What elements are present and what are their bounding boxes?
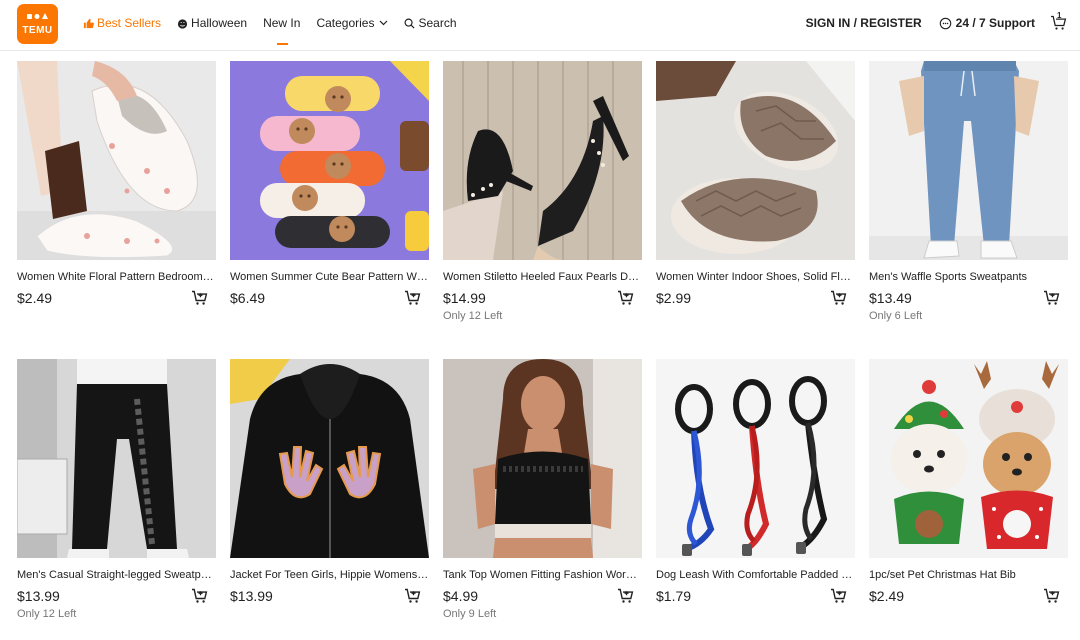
product-card[interactable]: Women Winter Indoor Shoes, Solid Fluffy … xyxy=(656,61,855,321)
product-title[interactable]: 1pc/set Pet Christmas Hat Bib xyxy=(869,568,1068,582)
pumpkin-icon xyxy=(177,18,188,29)
product-title[interactable]: Women Winter Indoor Shoes, Solid Fluffy … xyxy=(656,270,855,284)
product-stock: Only 12 Left xyxy=(443,310,503,322)
nav-new-in[interactable]: New In xyxy=(263,16,301,45)
product-image-dog-leashes[interactable] xyxy=(656,359,855,558)
product-stock: Only 6 Left xyxy=(869,310,923,322)
product-price: $13.49 xyxy=(869,290,912,306)
add-to-cart-icon[interactable] xyxy=(404,588,421,604)
temu-logo[interactable]: TEMU xyxy=(17,4,58,44)
nav-new-in-label: New In xyxy=(263,16,301,30)
chat-bubble-icon xyxy=(939,17,952,30)
add-to-cart-icon[interactable] xyxy=(404,290,421,306)
product-image-track-pants[interactable] xyxy=(17,359,216,558)
add-to-cart-icon[interactable] xyxy=(191,588,208,604)
product-image-fluffy-slippers[interactable] xyxy=(656,61,855,260)
product-price: $13.99 xyxy=(230,588,273,604)
product-card[interactable]: 1pc/set Pet Christmas Hat Bib $2.49 xyxy=(869,359,1068,619)
product-price: $1.79 xyxy=(656,588,692,604)
product-price: $6.49 xyxy=(230,290,266,306)
product-stock: Only 9 Left xyxy=(443,608,497,620)
product-price: $2.49 xyxy=(869,588,905,604)
top-header: TEMU Best Sellers Halloween New In Categ… xyxy=(0,0,1080,51)
product-card[interactable]: Women Summer Cute Bear Pattern Wide Slid… xyxy=(230,61,429,321)
cart-button[interactable]: 1 xyxy=(1050,11,1067,31)
product-image-stiletto-heels[interactable] xyxy=(443,61,642,260)
product-card[interactable]: Men's Casual Straight-legged Sweatpants … xyxy=(17,359,216,620)
product-price: $2.99 xyxy=(656,290,692,306)
product-image-sweatpants[interactable] xyxy=(869,61,1068,260)
product-price: $14.99 xyxy=(443,290,486,306)
nav-categories-label: Categories xyxy=(316,16,375,30)
nav-halloween[interactable]: Halloween xyxy=(177,16,247,30)
product-price: $4.99 xyxy=(443,588,479,604)
product-card[interactable]: Dog Leash With Comfortable Padded Handle… xyxy=(656,359,855,619)
main-nav: Best Sellers Halloween New In Categories… xyxy=(83,0,473,46)
product-grid: Women White Floral Pattern Bedroom Slipp… xyxy=(17,61,1068,620)
cart-count-badge: 1 xyxy=(1057,11,1062,20)
product-title[interactable]: Women White Floral Pattern Bedroom Slipp… xyxy=(17,270,216,284)
nav-best-sellers[interactable]: Best Sellers xyxy=(83,16,161,30)
support-label: 24 / 7 Support xyxy=(955,16,1035,30)
product-card[interactable]: Men's Waffle Sports Sweatpants $13.49 On… xyxy=(869,61,1068,322)
product-title[interactable]: Men's Casual Straight-legged Sweatpants xyxy=(17,568,216,582)
product-title[interactable]: Men's Waffle Sports Sweatpants xyxy=(869,270,1068,284)
nav-search[interactable]: Search xyxy=(404,16,457,30)
thumbs-up-icon xyxy=(83,18,94,29)
product-image-bear-slides[interactable] xyxy=(230,61,429,260)
product-title[interactable]: Jacket For Teen Girls, Hippie Womens Hoo… xyxy=(230,568,429,582)
add-to-cart-icon[interactable] xyxy=(617,290,634,306)
add-to-cart-icon[interactable] xyxy=(617,588,634,604)
product-price: $13.99 xyxy=(17,588,60,604)
product-stock: Only 12 Left xyxy=(17,608,77,620)
support-link[interactable]: 24 / 7 Support xyxy=(939,16,1035,30)
product-card[interactable]: Women Stiletto Heeled Faux Pearls Decor … xyxy=(443,61,642,322)
account-nav: SIGN IN / REGISTER 24 / 7 Support 1 xyxy=(806,0,1067,46)
chevron-down-icon xyxy=(379,20,388,26)
product-title[interactable]: Women Stiletto Heeled Faux Pearls Decor … xyxy=(443,270,642,284)
signin-register-link[interactable]: SIGN IN / REGISTER xyxy=(806,16,922,30)
nav-categories[interactable]: Categories xyxy=(316,16,388,30)
nav-best-sellers-label: Best Sellers xyxy=(97,16,162,30)
add-to-cart-icon[interactable] xyxy=(1043,588,1060,604)
logo-text: TEMU xyxy=(22,25,53,36)
nav-search-label: Search xyxy=(418,16,457,30)
product-title[interactable]: Women Summer Cute Bear Pattern Wide Slid… xyxy=(230,270,429,284)
product-image-floral-slipper[interactable] xyxy=(17,61,216,260)
product-title[interactable]: Tank Top Women Fitting Fashion Workout xyxy=(443,568,642,582)
add-to-cart-icon[interactable] xyxy=(1043,290,1060,306)
add-to-cart-icon[interactable] xyxy=(830,588,847,604)
product-card[interactable]: Tank Top Women Fitting Fashion Workout $… xyxy=(443,359,642,620)
product-title[interactable]: Dog Leash With Comfortable Padded Handle xyxy=(656,568,855,582)
add-to-cart-icon[interactable] xyxy=(830,290,847,306)
product-image-crop-top[interactable] xyxy=(443,359,642,558)
product-price: $2.49 xyxy=(17,290,53,306)
logo-glyphs-icon xyxy=(17,12,58,22)
nav-halloween-label: Halloween xyxy=(191,16,248,30)
search-icon xyxy=(404,18,415,29)
add-to-cart-icon[interactable] xyxy=(191,290,208,306)
product-card[interactable]: Women White Floral Pattern Bedroom Slipp… xyxy=(17,61,216,321)
product-image-hand-hoodie[interactable] xyxy=(230,359,429,558)
product-card[interactable]: Jacket For Teen Girls, Hippie Womens Hoo… xyxy=(230,359,429,619)
product-image-pet-christmas[interactable] xyxy=(869,359,1068,558)
